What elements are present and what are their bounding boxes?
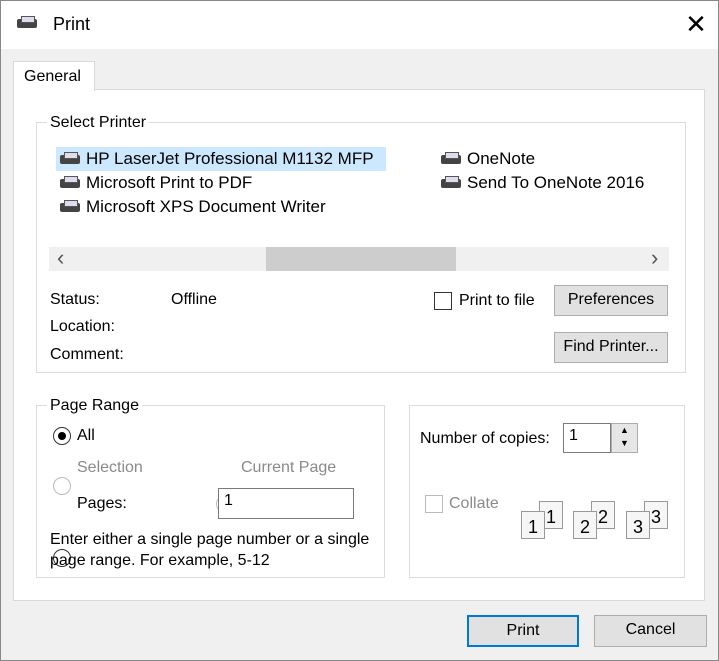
copies-label: Number of copies:: [420, 430, 550, 447]
pages-input[interactable]: 1: [218, 488, 354, 519]
find-printer-button[interactable]: Find Printer...: [554, 332, 668, 363]
printer-name: HP LaserJet Professional M1132 MFP: [86, 149, 374, 168]
printer-name: Send To OneNote 2016: [467, 173, 645, 192]
scroll-thumb[interactable]: [266, 247, 456, 271]
page-icon: 3: [626, 511, 650, 539]
printer-name: Microsoft Print to PDF: [86, 173, 253, 192]
current-page-label: Current Page: [241, 459, 337, 476]
all-label: All: [77, 427, 95, 444]
status-value: Offline: [171, 291, 217, 308]
scroll-left-arrow[interactable]: ‹: [57, 247, 64, 269]
printer-name: OneNote: [467, 149, 536, 168]
print-button[interactable]: Print: [467, 615, 579, 647]
printer-item[interactable]: Microsoft XPS Document Writer: [56, 195, 386, 219]
printer-icon: [58, 199, 82, 215]
pages-label: Pages:: [77, 495, 127, 512]
horizontal-scrollbar[interactable]: ‹ ›: [49, 247, 669, 271]
spin-up-icon[interactable]: ▲: [612, 424, 637, 437]
all-radio[interactable]: [53, 427, 71, 445]
selection-label: Selection: [77, 459, 143, 476]
select-printer-label: Select Printer: [47, 114, 150, 132]
page-icon: 2: [573, 511, 597, 539]
printer-icon: [439, 175, 463, 191]
copies-spinner[interactable]: ▲ ▼: [611, 423, 638, 453]
comment-label: Comment:: [50, 346, 124, 363]
scroll-right-arrow[interactable]: ›: [651, 247, 658, 269]
printer-icon: [15, 15, 39, 31]
printer-item[interactable]: Send To OneNote 2016: [437, 171, 677, 195]
printer-icon: [58, 151, 82, 167]
printer-name: Microsoft XPS Document Writer: [86, 197, 326, 216]
title-bar: Print ✕: [1, 1, 718, 49]
printer-list[interactable]: HP LaserJet Professional M1132 MFP Micro…: [56, 147, 386, 219]
location-label: Location:: [50, 318, 115, 335]
printer-item[interactable]: Microsoft Print to PDF: [56, 171, 386, 195]
preferences-button[interactable]: Preferences: [554, 285, 668, 316]
cancel-button[interactable]: Cancel: [594, 615, 707, 647]
window-title: Print: [53, 14, 91, 34]
print-to-file-checkbox[interactable]: [434, 292, 452, 310]
page-icon: 1: [521, 511, 545, 539]
print-to-file-label: Print to file: [459, 292, 535, 309]
tab-general[interactable]: General: [13, 61, 95, 91]
printer-list-col2: OneNote Send To OneNote 2016: [437, 147, 677, 195]
printer-item[interactable]: OneNote: [437, 147, 677, 171]
collate-label: Collate: [449, 495, 499, 512]
printer-item[interactable]: HP LaserJet Professional M1132 MFP: [56, 147, 386, 171]
collate-illustration: 1 1 2 2 3 3: [519, 499, 679, 549]
collate-checkbox[interactable]: [425, 495, 443, 513]
spin-down-icon[interactable]: ▼: [612, 437, 637, 450]
close-button[interactable]: ✕: [681, 9, 711, 39]
page-range-hint: Enter either a single page number or a s…: [50, 531, 370, 569]
printer-icon: [58, 175, 82, 191]
selection-radio[interactable]: [53, 477, 71, 495]
status-label: Status:: [50, 291, 100, 308]
copies-input[interactable]: 1: [563, 423, 611, 453]
printer-icon: [439, 151, 463, 167]
page-range-label: Page Range: [47, 397, 142, 415]
